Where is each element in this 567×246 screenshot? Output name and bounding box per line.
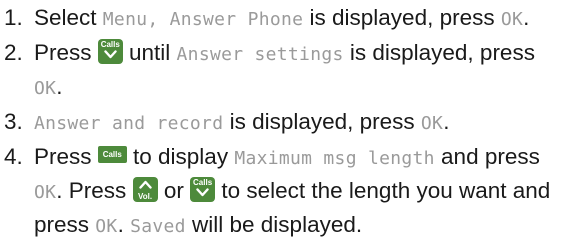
text: is displayed, press: [343, 40, 535, 65]
text: . Press: [56, 178, 133, 203]
display-text: OK: [34, 78, 57, 99]
text: is displayed, press: [303, 5, 501, 30]
display-text: Answer and record: [34, 113, 224, 134]
step-2: 2. Press Calls until Answer settings is …: [4, 37, 562, 105]
calls-down-key-icon: Calls: [190, 177, 216, 202]
text: Press: [34, 40, 98, 65]
step-number: 2.: [4, 40, 23, 65]
key-label: Calls: [102, 150, 122, 159]
step-number: 1.: [4, 5, 23, 30]
display-text: OK: [95, 216, 118, 237]
key-label: Calls: [193, 178, 213, 187]
steps-list: 1. Select Menu, Answer Phone is displaye…: [4, 2, 562, 243]
step-number: 3.: [4, 109, 23, 134]
display-text: Answer settings: [176, 44, 344, 65]
display-text: OK: [500, 9, 524, 30]
step-1: 1. Select Menu, Answer Phone is displaye…: [4, 2, 562, 36]
calls-key-icon: Calls: [97, 146, 127, 163]
display-text: OK: [34, 182, 57, 203]
text: is displayed, press: [223, 109, 421, 134]
text: .: [443, 109, 450, 134]
text: .: [56, 74, 63, 99]
text: until: [122, 40, 177, 65]
text: will be displayed.: [185, 212, 363, 237]
text: Select: [34, 5, 103, 30]
chevron-up-icon: [138, 180, 152, 189]
calls-down-key-icon: Calls: [97, 39, 123, 64]
vol-up-key-icon: Vol.: [132, 177, 158, 202]
chevron-down-icon: [104, 50, 117, 59]
display-text: Maximum msg length: [234, 148, 435, 169]
display-text: OK: [420, 113, 444, 134]
text: .: [117, 212, 131, 237]
chevron-down-icon: [196, 188, 209, 197]
text: to display: [126, 144, 235, 169]
text: Press: [34, 144, 98, 169]
text: or: [157, 178, 191, 203]
display-text: Menu, Answer Phone: [102, 9, 304, 30]
step-number: 4.: [4, 144, 23, 169]
step-4: 4. Press Calls to display Maximum msg le…: [4, 141, 562, 243]
instructions-page: 1. Select Menu, Answer Phone is displaye…: [0, 0, 567, 246]
key-label: Calls: [100, 40, 120, 49]
text: .: [523, 5, 530, 30]
step-3: 3. Answer and record is displayed, press…: [4, 106, 562, 140]
display-text: Saved: [130, 216, 186, 237]
text: and press: [434, 144, 540, 169]
key-label: Vol.: [138, 192, 153, 201]
